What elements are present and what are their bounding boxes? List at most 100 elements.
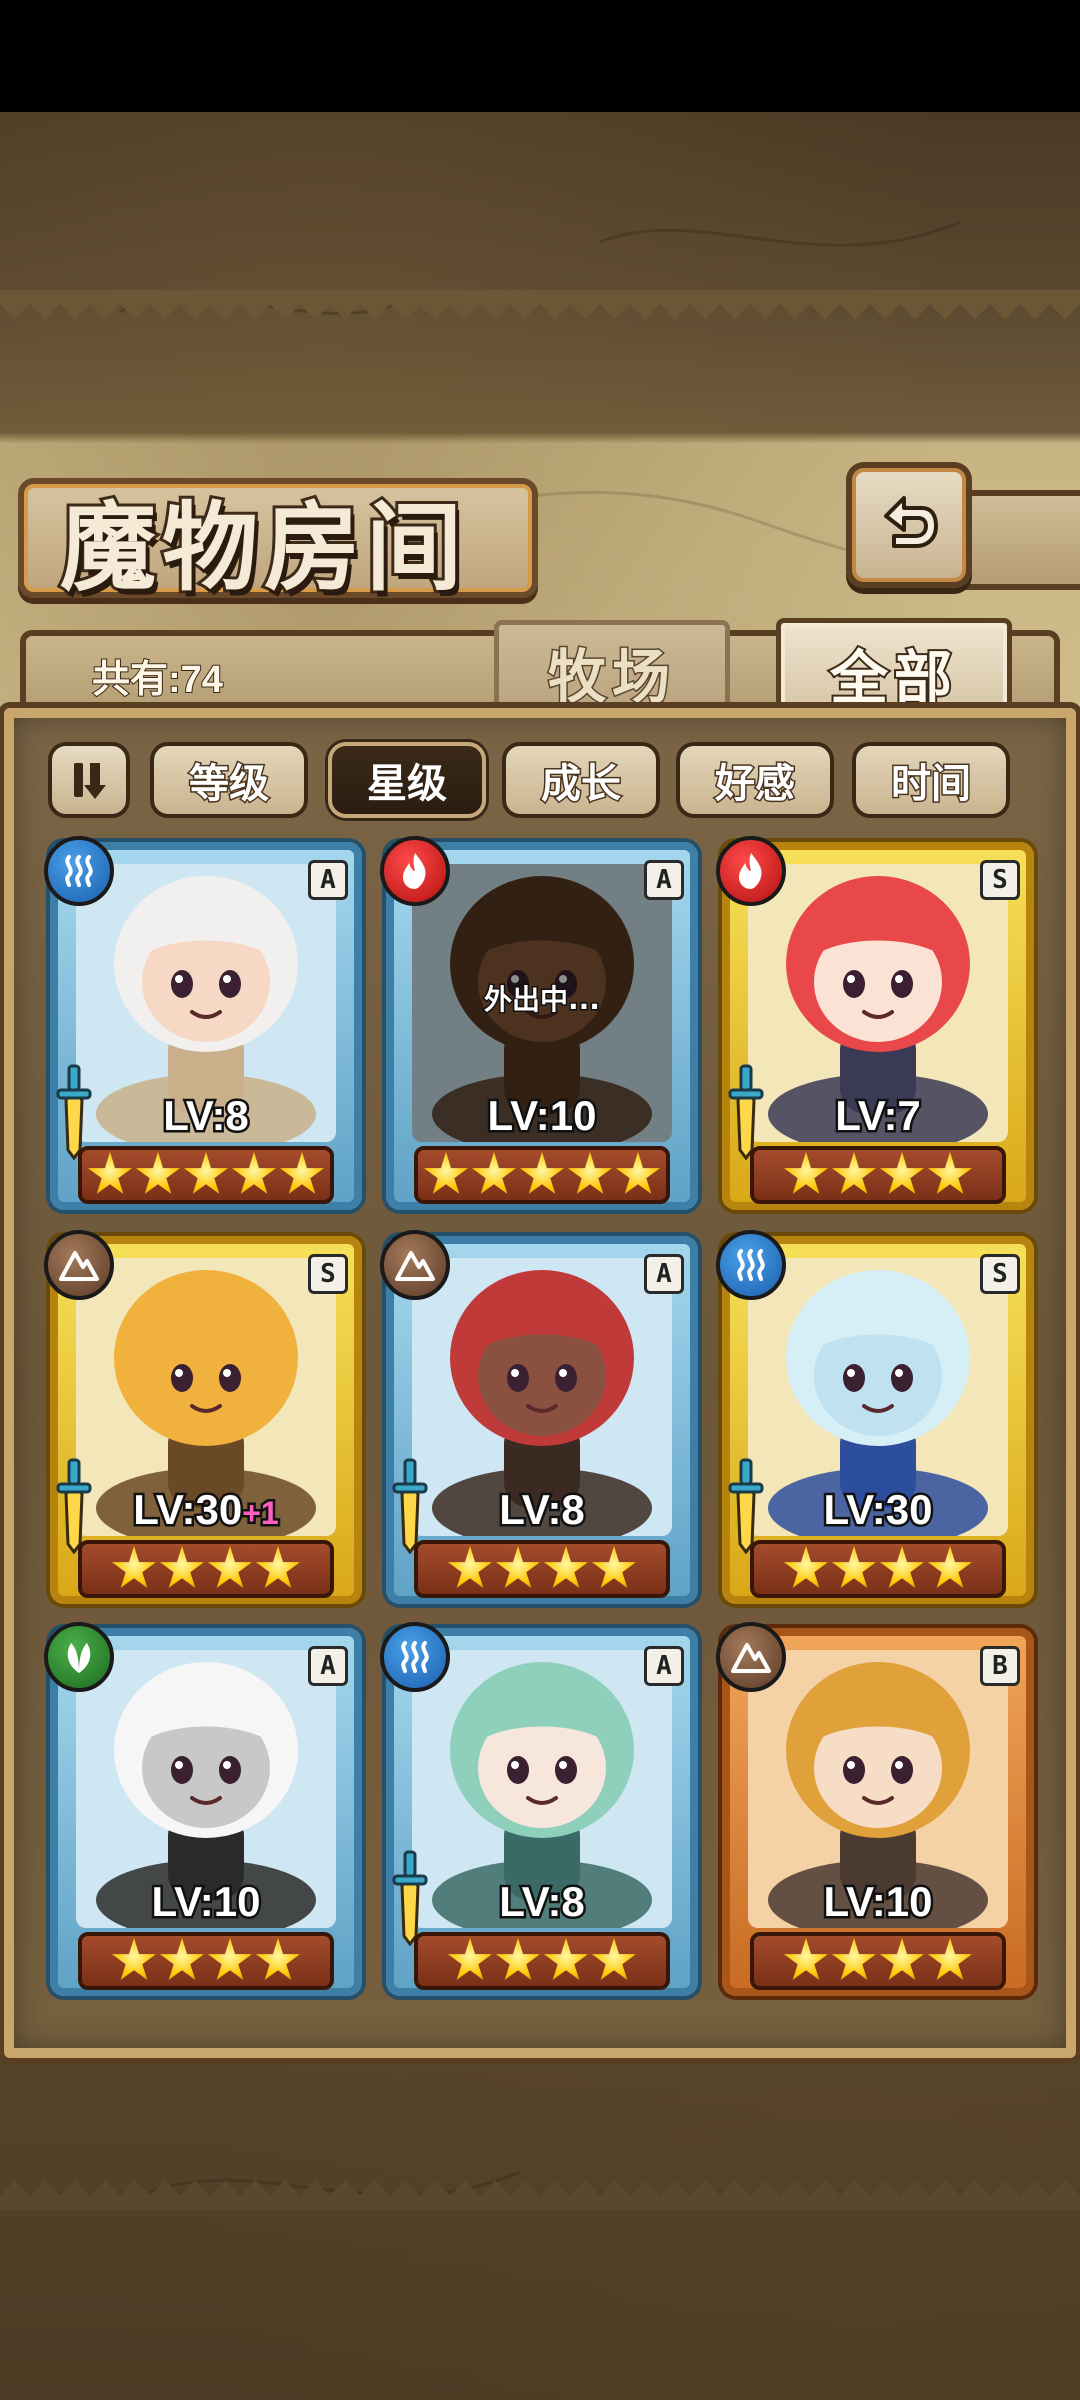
level-value: LV:30 bbox=[821, 1484, 935, 1536]
level-label: LV:8 bbox=[386, 1484, 698, 1536]
star-icon bbox=[927, 1546, 973, 1588]
star-icon bbox=[231, 1152, 277, 1194]
star-icon bbox=[135, 1152, 181, 1194]
monster-card[interactable]: A 外出中... LV:10 bbox=[380, 836, 698, 1210]
star-icon bbox=[183, 1152, 229, 1194]
star-rating bbox=[750, 1932, 1006, 1990]
star-icon bbox=[255, 1938, 301, 1980]
away-status-label: 外出中... bbox=[483, 982, 602, 1018]
level-value: LV:30 bbox=[131, 1484, 245, 1536]
sort-order-toggle[interactable] bbox=[48, 742, 130, 818]
wind-element-icon bbox=[44, 1622, 114, 1692]
star-icon bbox=[591, 1546, 637, 1588]
monster-card[interactable]: A LV:8 bbox=[380, 1230, 698, 1604]
water-element-icon bbox=[380, 1622, 450, 1692]
monster-card[interactable]: A LV:8 bbox=[44, 836, 362, 1210]
star-icon bbox=[255, 1546, 301, 1588]
level-label: LV:8 bbox=[386, 1876, 698, 1928]
rank-badge: S bbox=[980, 1254, 1020, 1294]
star-icon bbox=[831, 1546, 877, 1588]
level-label: LV:30 bbox=[722, 1484, 1034, 1536]
back-button[interactable] bbox=[846, 462, 972, 588]
status-bar bbox=[0, 0, 1080, 112]
level-value: LV:8 bbox=[497, 1484, 588, 1536]
level-label: LV:10 bbox=[722, 1876, 1034, 1928]
monster-count: 共有:74 bbox=[91, 658, 224, 702]
level-value: LV:10 bbox=[485, 1090, 599, 1142]
star-rating bbox=[414, 1540, 670, 1598]
rank-badge: B bbox=[980, 1646, 1020, 1686]
water-element-icon bbox=[716, 1230, 786, 1300]
sort-toggle-icon bbox=[74, 763, 106, 799]
star-rating bbox=[78, 1146, 334, 1204]
star-icon bbox=[783, 1546, 829, 1588]
sort-growth-button[interactable]: 成长 bbox=[502, 742, 660, 818]
star-icon bbox=[567, 1152, 613, 1194]
star-icon bbox=[495, 1546, 541, 1588]
star-icon bbox=[495, 1938, 541, 1980]
level-value: LV:10 bbox=[821, 1876, 935, 1928]
monster-card[interactable]: B LV:10 bbox=[716, 1622, 1034, 1996]
level-value: LV:8 bbox=[497, 1876, 588, 1928]
star-icon bbox=[879, 1546, 925, 1588]
fire-element-icon bbox=[716, 836, 786, 906]
star-rating bbox=[414, 1932, 670, 1990]
star-icon bbox=[87, 1152, 133, 1194]
level-label: LV:30+1 bbox=[50, 1484, 362, 1536]
monster-card[interactable]: A LV:10 bbox=[44, 1622, 362, 1996]
zigzag-border-bottom bbox=[0, 2180, 1080, 2210]
monster-card[interactable]: S LV:30 bbox=[716, 1230, 1034, 1604]
level-label: LV:10 bbox=[50, 1876, 362, 1928]
earth-element-icon bbox=[380, 1230, 450, 1300]
level-value: LV:10 bbox=[149, 1876, 263, 1928]
star-icon bbox=[111, 1938, 157, 1980]
monster-card[interactable]: S LV:7 bbox=[716, 836, 1034, 1210]
star-icon bbox=[447, 1546, 493, 1588]
back-button-arm bbox=[956, 490, 1080, 590]
monster-card[interactable]: S LV:30+1 bbox=[44, 1230, 362, 1604]
back-arrow-icon bbox=[884, 496, 938, 548]
water-element-icon bbox=[44, 836, 114, 906]
star-icon bbox=[615, 1152, 661, 1194]
star-icon bbox=[591, 1938, 637, 1980]
sort-star-button[interactable]: 星级 bbox=[328, 742, 486, 818]
star-icon bbox=[447, 1938, 493, 1980]
level-label: LV:10 bbox=[386, 1090, 698, 1142]
sort-time-button[interactable]: 时间 bbox=[852, 742, 1010, 818]
fire-element-icon bbox=[380, 836, 450, 906]
rank-badge: A bbox=[644, 1646, 684, 1686]
level-label: LV:7 bbox=[722, 1090, 1034, 1142]
rank-badge: S bbox=[308, 1254, 348, 1294]
star-icon bbox=[927, 1938, 973, 1980]
star-icon bbox=[207, 1546, 253, 1588]
monster-card[interactable]: A LV:8 bbox=[380, 1622, 698, 1996]
star-rating bbox=[78, 1932, 334, 1990]
earth-element-icon bbox=[44, 1230, 114, 1300]
star-icon bbox=[159, 1938, 205, 1980]
star-rating bbox=[78, 1540, 334, 1598]
page-title: 魔物房间 bbox=[57, 488, 468, 607]
earth-element-icon bbox=[716, 1622, 786, 1692]
level-value: LV:8 bbox=[161, 1090, 252, 1142]
star-rating bbox=[750, 1540, 1006, 1598]
rank-badge: A bbox=[308, 1646, 348, 1686]
sort-level-button[interactable]: 等级 bbox=[150, 742, 308, 818]
star-icon bbox=[831, 1152, 877, 1194]
star-icon bbox=[279, 1152, 325, 1194]
star-icon bbox=[543, 1938, 589, 1980]
rank-badge: A bbox=[644, 860, 684, 900]
sort-affection-button[interactable]: 好感 bbox=[676, 742, 834, 818]
level-bonus: +1 bbox=[240, 1493, 282, 1534]
star-icon bbox=[207, 1938, 253, 1980]
star-rating bbox=[750, 1146, 1006, 1204]
zigzag-border-top bbox=[0, 290, 1080, 320]
star-icon bbox=[159, 1546, 205, 1588]
star-icon bbox=[543, 1546, 589, 1588]
star-icon bbox=[879, 1938, 925, 1980]
star-icon bbox=[783, 1938, 829, 1980]
star-icon bbox=[783, 1152, 829, 1194]
star-icon bbox=[423, 1152, 469, 1194]
star-icon bbox=[111, 1546, 157, 1588]
rank-badge: S bbox=[980, 860, 1020, 900]
rank-badge: A bbox=[644, 1254, 684, 1294]
